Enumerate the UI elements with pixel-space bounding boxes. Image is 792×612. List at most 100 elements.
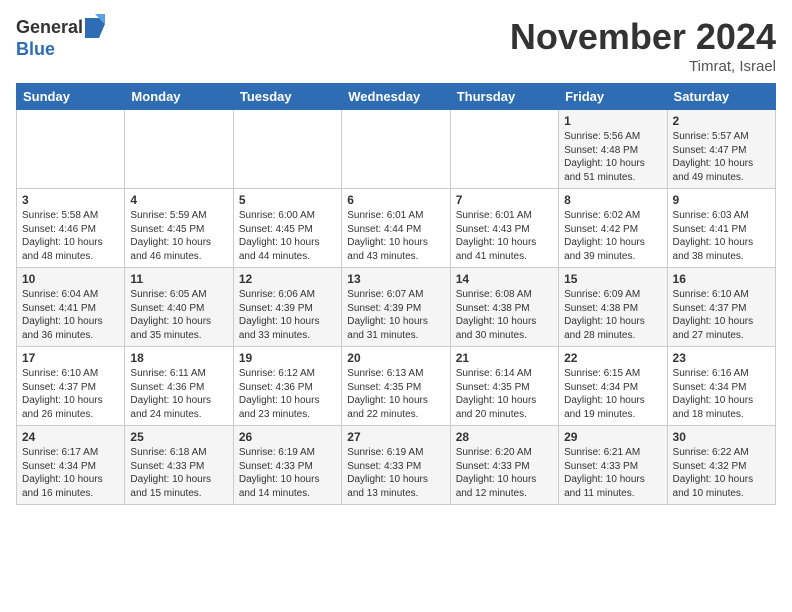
day-info: Sunrise: 6:19 AM Sunset: 4:33 PM Dayligh… — [347, 446, 444, 500]
calendar-cell: 21 Sunrise: 6:14 AM Sunset: 4:35 PM Dayli… — [450, 347, 558, 426]
day-number: 17 — [22, 351, 119, 365]
day-number: 21 — [456, 351, 553, 365]
page-header: General Blue November 2024 Timrat, Israe… — [16, 16, 776, 75]
calendar-header-friday: Friday — [559, 84, 667, 110]
day-info: Sunrise: 6:20 AM Sunset: 4:33 PM Dayligh… — [456, 446, 553, 500]
day-info: Sunrise: 5:58 AM Sunset: 4:46 PM Dayligh… — [22, 209, 119, 263]
calendar-header-saturday: Saturday — [667, 84, 775, 110]
day-number: 18 — [130, 351, 227, 365]
day-number: 22 — [564, 351, 661, 365]
day-number: 5 — [239, 193, 336, 207]
day-number: 27 — [347, 430, 444, 444]
day-number: 15 — [564, 272, 661, 286]
calendar-cell: 29 Sunrise: 6:21 AM Sunset: 4:33 PM Dayli… — [559, 426, 667, 505]
calendar-cell — [17, 110, 125, 189]
day-info: Sunrise: 6:12 AM Sunset: 4:36 PM Dayligh… — [239, 367, 336, 421]
calendar-cell: 6Sunrise: 6:01 AM Sunset: 4:44 PM Daylig… — [342, 189, 450, 268]
logo-icon — [85, 14, 105, 38]
day-info: Sunrise: 6:18 AM Sunset: 4:33 PM Dayligh… — [130, 446, 227, 500]
day-number: 4 — [130, 193, 227, 207]
day-number: 30 — [673, 430, 770, 444]
calendar-cell: 25 Sunrise: 6:18 AM Sunset: 4:33 PM Dayli… — [125, 426, 233, 505]
calendar-cell: 4 Sunrise: 5:59 AM Sunset: 4:45 PM Daylig… — [125, 189, 233, 268]
day-info: Sunrise: 6:04 AM Sunset: 4:41 PM Dayligh… — [22, 288, 119, 342]
calendar-header-wednesday: Wednesday — [342, 84, 450, 110]
logo: General Blue — [16, 16, 105, 60]
day-info: Sunrise: 6:13 AM Sunset: 4:35 PM Dayligh… — [347, 367, 444, 421]
logo-text: General Blue — [16, 16, 105, 60]
day-number: 26 — [239, 430, 336, 444]
day-info: Sunrise: 6:11 AM Sunset: 4:36 PM Dayligh… — [130, 367, 227, 421]
day-number: 25 — [130, 430, 227, 444]
calendar-cell: 27 Sunrise: 6:19 AM Sunset: 4:33 PM Dayli… — [342, 426, 450, 505]
calendar-cell — [125, 110, 233, 189]
calendar-week-5: 24 Sunrise: 6:17 AM Sunset: 4:34 PM Dayli… — [17, 426, 776, 505]
calendar-cell: 5 Sunrise: 6:00 AM Sunset: 4:45 PM Daylig… — [233, 189, 341, 268]
calendar-cell: 28Sunrise: 6:20 AM Sunset: 4:33 PM Dayli… — [450, 426, 558, 505]
day-info: Sunrise: 6:02 AM Sunset: 4:42 PM Dayligh… — [564, 209, 661, 263]
day-info: Sunrise: 6:15 AM Sunset: 4:34 PM Dayligh… — [564, 367, 661, 421]
day-info: Sunrise: 6:00 AM Sunset: 4:45 PM Dayligh… — [239, 209, 336, 263]
calendar-week-1: 1 Sunrise: 5:56 AM Sunset: 4:48 PM Daylig… — [17, 110, 776, 189]
calendar-cell: 15Sunrise: 6:09 AM Sunset: 4:38 PM Dayli… — [559, 268, 667, 347]
day-number: 3 — [22, 193, 119, 207]
day-info: Sunrise: 6:17 AM Sunset: 4:34 PM Dayligh… — [22, 446, 119, 500]
day-info: Sunrise: 6:16 AM Sunset: 4:34 PM Dayligh… — [673, 367, 770, 421]
calendar-cell — [450, 110, 558, 189]
day-info: Sunrise: 6:05 AM Sunset: 4:40 PM Dayligh… — [130, 288, 227, 342]
day-number: 11 — [130, 272, 227, 286]
day-number: 24 — [22, 430, 119, 444]
day-number: 13 — [347, 272, 444, 286]
day-info: Sunrise: 6:06 AM Sunset: 4:39 PM Dayligh… — [239, 288, 336, 342]
calendar-header-tuesday: Tuesday — [233, 84, 341, 110]
day-number: 2 — [673, 114, 770, 128]
day-info: Sunrise: 6:07 AM Sunset: 4:39 PM Dayligh… — [347, 288, 444, 342]
calendar-cell: 7 Sunrise: 6:01 AM Sunset: 4:43 PM Daylig… — [450, 189, 558, 268]
calendar-cell: 22 Sunrise: 6:15 AM Sunset: 4:34 PM Dayli… — [559, 347, 667, 426]
day-number: 7 — [456, 193, 553, 207]
calendar-cell: 9 Sunrise: 6:03 AM Sunset: 4:41 PM Daylig… — [667, 189, 775, 268]
day-info: Sunrise: 5:56 AM Sunset: 4:48 PM Dayligh… — [564, 130, 661, 184]
title-section: November 2024 Timrat, Israel — [510, 16, 776, 75]
calendar-cell: 30 Sunrise: 6:22 AM Sunset: 4:32 PM Dayli… — [667, 426, 775, 505]
day-number: 29 — [564, 430, 661, 444]
calendar-cell — [342, 110, 450, 189]
day-info: Sunrise: 6:22 AM Sunset: 4:32 PM Dayligh… — [673, 446, 770, 500]
calendar-cell: 20 Sunrise: 6:13 AM Sunset: 4:35 PM Dayli… — [342, 347, 450, 426]
month-title: November 2024 — [510, 16, 776, 58]
day-info: Sunrise: 6:08 AM Sunset: 4:38 PM Dayligh… — [456, 288, 553, 342]
calendar-cell: 14 Sunrise: 6:08 AM Sunset: 4:38 PM Dayli… — [450, 268, 558, 347]
day-number: 1 — [564, 114, 661, 128]
calendar-header-thursday: Thursday — [450, 84, 558, 110]
calendar-header-row: SundayMondayTuesdayWednesdayThursdayFrid… — [17, 84, 776, 110]
day-info: Sunrise: 6:19 AM Sunset: 4:33 PM Dayligh… — [239, 446, 336, 500]
day-number: 14 — [456, 272, 553, 286]
day-number: 9 — [673, 193, 770, 207]
calendar-cell: 18 Sunrise: 6:11 AM Sunset: 4:36 PM Dayli… — [125, 347, 233, 426]
day-number: 6 — [347, 193, 444, 207]
calendar-header-sunday: Sunday — [17, 84, 125, 110]
day-number: 20 — [347, 351, 444, 365]
day-info: Sunrise: 6:10 AM Sunset: 4:37 PM Dayligh… — [673, 288, 770, 342]
calendar-cell: 16Sunrise: 6:10 AM Sunset: 4:37 PM Dayli… — [667, 268, 775, 347]
calendar-cell: 2 Sunrise: 5:57 AM Sunset: 4:47 PM Daylig… — [667, 110, 775, 189]
calendar-header-monday: Monday — [125, 84, 233, 110]
logo-blue: Blue — [16, 40, 105, 60]
day-info: Sunrise: 6:01 AM Sunset: 4:43 PM Dayligh… — [456, 209, 553, 263]
calendar-week-4: 17 Sunrise: 6:10 AM Sunset: 4:37 PM Dayli… — [17, 347, 776, 426]
day-info: Sunrise: 6:03 AM Sunset: 4:41 PM Dayligh… — [673, 209, 770, 263]
day-info: Sunrise: 6:10 AM Sunset: 4:37 PM Dayligh… — [22, 367, 119, 421]
calendar-body: 1 Sunrise: 5:56 AM Sunset: 4:48 PM Daylig… — [17, 110, 776, 505]
calendar-week-2: 3 Sunrise: 5:58 AM Sunset: 4:46 PM Daylig… — [17, 189, 776, 268]
calendar-cell: 19Sunrise: 6:12 AM Sunset: 4:36 PM Dayli… — [233, 347, 341, 426]
day-info: Sunrise: 5:59 AM Sunset: 4:45 PM Dayligh… — [130, 209, 227, 263]
day-info: Sunrise: 5:57 AM Sunset: 4:47 PM Dayligh… — [673, 130, 770, 184]
day-number: 12 — [239, 272, 336, 286]
calendar-cell: 10 Sunrise: 6:04 AM Sunset: 4:41 PM Dayli… — [17, 268, 125, 347]
day-info: Sunrise: 6:21 AM Sunset: 4:33 PM Dayligh… — [564, 446, 661, 500]
day-number: 10 — [22, 272, 119, 286]
day-info: Sunrise: 6:14 AM Sunset: 4:35 PM Dayligh… — [456, 367, 553, 421]
location: Timrat, Israel — [510, 58, 776, 75]
calendar-week-3: 10 Sunrise: 6:04 AM Sunset: 4:41 PM Dayli… — [17, 268, 776, 347]
calendar-cell: 11 Sunrise: 6:05 AM Sunset: 4:40 PM Dayli… — [125, 268, 233, 347]
